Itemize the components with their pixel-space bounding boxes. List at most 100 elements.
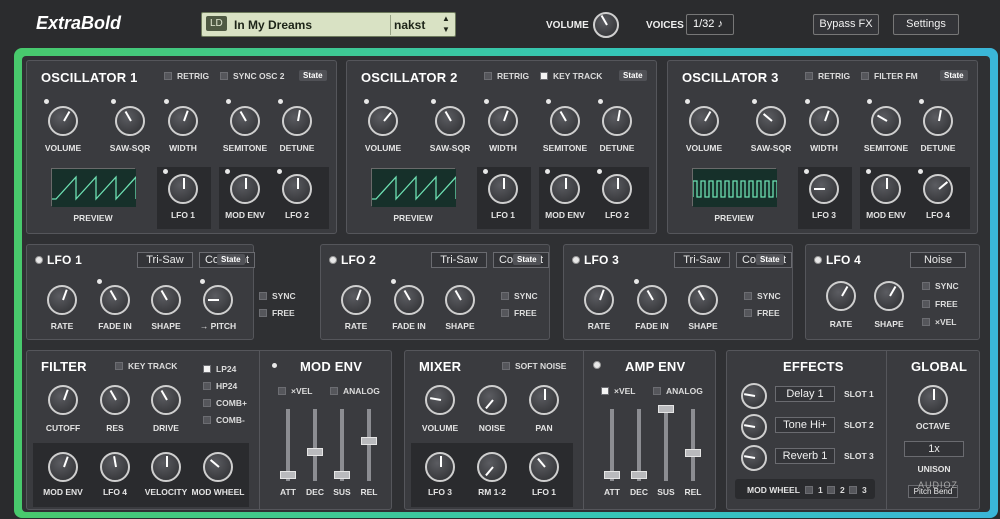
lfo1-free-checkbox[interactable]: FREE xyxy=(259,308,295,318)
modenv-analog-checkbox[interactable]: ANALOG xyxy=(330,386,380,396)
lfo1-rate-knob[interactable] xyxy=(47,285,77,315)
osc2-width-knob[interactable] xyxy=(488,106,518,136)
lfo2-fadein-knob[interactable] xyxy=(394,285,424,315)
slot3-knob[interactable] xyxy=(741,445,767,471)
preset-stepper-icon[interactable]: ▲▼ xyxy=(442,13,450,35)
lfo2-sync-checkbox[interactable]: SYNC xyxy=(501,291,538,301)
filter-modenv-knob[interactable] xyxy=(48,452,78,482)
osc2-option-checkbox[interactable]: KEY TRACK xyxy=(540,71,602,81)
ampenv-xvel-checkbox[interactable]: ×VEL xyxy=(601,386,636,396)
osc1-modenv-knob[interactable] xyxy=(230,174,260,204)
lfo3-shape-knob[interactable] xyxy=(688,285,718,315)
filter-mode-comb-plus[interactable]: COMB+ xyxy=(203,398,247,408)
unison-select[interactable]: 1x xyxy=(904,441,964,457)
modenv-sus-handle[interactable] xyxy=(334,471,350,479)
ampenv-sus-fader[interactable] xyxy=(664,409,668,481)
lfo1-fadein-knob[interactable] xyxy=(100,285,130,315)
filter-velocity-knob[interactable] xyxy=(151,452,181,482)
slot3-effect-select[interactable]: Reverb 1 xyxy=(775,448,835,464)
modwheel-3-checkbox[interactable]: 3 xyxy=(849,485,867,495)
filter-keytrack-checkbox[interactable]: KEY TRACK xyxy=(115,361,177,371)
lfo1-shape-knob[interactable] xyxy=(151,285,181,315)
osc1-lfoa-knob[interactable] xyxy=(168,174,198,204)
lfo4-shape-knob[interactable] xyxy=(874,281,904,311)
osc2-modenv-knob[interactable] xyxy=(550,174,580,204)
modenv-xvel-checkbox[interactable]: ×VEL xyxy=(278,386,313,396)
ampenv-att-handle[interactable] xyxy=(604,471,620,479)
modwheel-1-checkbox[interactable]: 1 xyxy=(805,485,823,495)
ampenv-analog-checkbox[interactable]: ANALOG xyxy=(653,386,703,396)
lfo2-shape-select[interactable]: Tri-Saw xyxy=(431,252,487,268)
osc1-sawsqr-knob[interactable] xyxy=(115,106,145,136)
osc1-retrig-checkbox[interactable]: RETRIG xyxy=(164,71,209,81)
modenv-att-handle[interactable] xyxy=(280,471,296,479)
lfo4-shape-select[interactable]: Noise xyxy=(910,252,966,268)
osc2-retrig-checkbox[interactable]: RETRIG xyxy=(484,71,529,81)
ampenv-rel-handle[interactable] xyxy=(685,449,701,457)
lfo4-free-checkbox[interactable]: FREE xyxy=(922,299,958,309)
preset-selector[interactable]: LD In My Dreams nakst ▲▼ xyxy=(201,12,456,37)
noise-knob[interactable] xyxy=(477,385,507,415)
cutoff-knob[interactable] xyxy=(48,385,78,415)
osc2-detune-knob[interactable] xyxy=(602,106,632,136)
osc3-lfob-knob[interactable] xyxy=(923,174,953,204)
osc3-semitone-knob[interactable] xyxy=(871,106,901,136)
osc3-width-knob[interactable] xyxy=(809,106,839,136)
lfo3-shape-select[interactable]: Tri-Saw xyxy=(674,252,730,268)
lfo1-shape-select[interactable]: Tri-Saw xyxy=(137,252,193,268)
lfo3-free-checkbox[interactable]: FREE xyxy=(744,308,780,318)
osc1-semitone-knob[interactable] xyxy=(230,106,260,136)
lfo1-state-button[interactable]: State xyxy=(217,254,245,265)
mixer-lfo1-knob[interactable] xyxy=(529,452,559,482)
osc2-lfob-knob[interactable] xyxy=(602,174,632,204)
osc1-width-knob[interactable] xyxy=(168,106,198,136)
filter-mode-comb-minus[interactable]: COMB- xyxy=(203,415,245,425)
osc1-detune-knob[interactable] xyxy=(282,106,312,136)
slot1-knob[interactable] xyxy=(741,383,767,409)
res-knob[interactable] xyxy=(100,385,130,415)
drive-knob[interactable] xyxy=(151,385,181,415)
modenv-dec-fader[interactable] xyxy=(313,409,317,481)
osc3-volume-knob[interactable] xyxy=(689,106,719,136)
lfo2-state-button[interactable]: State xyxy=(513,254,541,265)
osc2-state-button[interactable]: State xyxy=(619,70,647,81)
lfo1-pitch-knob[interactable] xyxy=(203,285,233,315)
lfo2-rate-knob[interactable] xyxy=(341,285,371,315)
ampenv-rel-fader[interactable] xyxy=(691,409,695,481)
octave-knob[interactable] xyxy=(918,385,948,415)
lfo4-sync-checkbox[interactable]: SYNC xyxy=(922,281,959,291)
osc2-lfoa-knob[interactable] xyxy=(488,174,518,204)
filter-lfo4-knob[interactable] xyxy=(100,452,130,482)
ampenv-dec-handle[interactable] xyxy=(631,471,647,479)
osc1-volume-knob[interactable] xyxy=(48,106,78,136)
osc3-retrig-checkbox[interactable]: RETRIG xyxy=(805,71,850,81)
filter-modwheel-knob[interactable] xyxy=(203,452,233,482)
lfo3-sync-checkbox[interactable]: SYNC xyxy=(744,291,781,301)
lfo2-free-checkbox[interactable]: FREE xyxy=(501,308,537,318)
filter-mode-lp24[interactable]: LP24 xyxy=(203,364,236,374)
pan-knob[interactable] xyxy=(529,385,559,415)
modenv-dec-handle[interactable] xyxy=(307,448,323,456)
lfo3-fadein-knob[interactable] xyxy=(637,285,667,315)
osc2-volume-knob[interactable] xyxy=(368,106,398,136)
osc1-lfob-knob[interactable] xyxy=(282,174,312,204)
modenv-rel-fader[interactable] xyxy=(367,409,371,481)
mixer-lfo3-knob[interactable] xyxy=(425,452,455,482)
slot2-effect-select[interactable]: Tone Hi+ xyxy=(775,417,835,433)
osc2-sawsqr-knob[interactable] xyxy=(435,106,465,136)
osc1-option-checkbox[interactable]: SYNC OSC 2 xyxy=(220,71,285,81)
settings-button[interactable]: Settings xyxy=(893,14,959,35)
slot2-knob[interactable] xyxy=(741,414,767,440)
lfo2-shape-knob[interactable] xyxy=(445,285,475,315)
mixer-volume-knob[interactable] xyxy=(425,385,455,415)
rm12-knob[interactable] xyxy=(477,452,507,482)
modenv-rel-handle[interactable] xyxy=(361,437,377,445)
osc3-lfoa-knob[interactable] xyxy=(809,174,839,204)
bypass-fx-button[interactable]: Bypass FX xyxy=(813,14,879,35)
osc2-semitone-knob[interactable] xyxy=(550,106,580,136)
osc3-state-button[interactable]: State xyxy=(940,70,968,81)
osc3-detune-knob[interactable] xyxy=(923,106,953,136)
lfo3-state-button[interactable]: State xyxy=(756,254,784,265)
master-volume-knob[interactable] xyxy=(593,12,619,38)
osc1-state-button[interactable]: State xyxy=(299,70,327,81)
